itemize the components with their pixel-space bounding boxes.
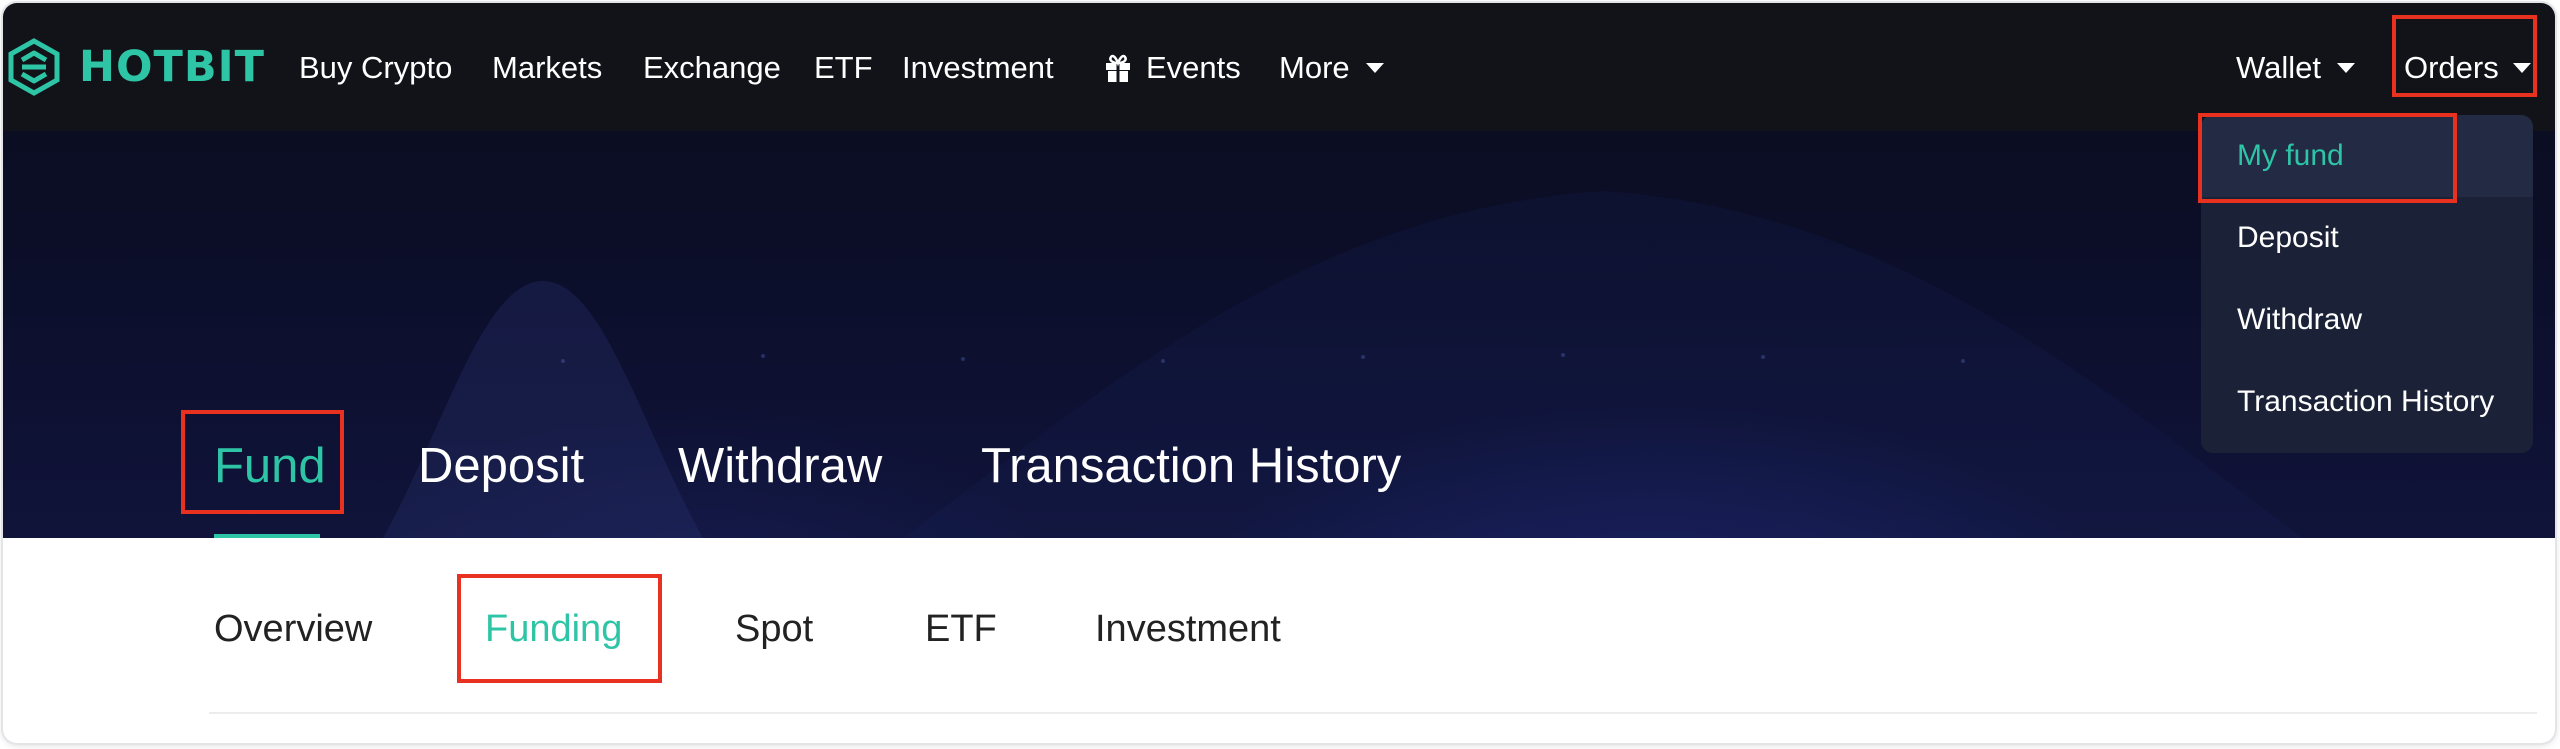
nav-exchange-label: Exchange	[643, 50, 781, 85]
nav-buy-crypto-label: Buy Crypto	[299, 50, 453, 85]
dropdown-item-my-fund-label: My fund	[2237, 139, 2344, 172]
dropdown-item-my-fund[interactable]: My fund	[2201, 115, 2533, 197]
hero-tab-transaction-history[interactable]: Transaction History	[981, 436, 1401, 496]
dropdown-item-withdraw[interactable]: Withdraw	[2201, 279, 2533, 361]
subtab-overview[interactable]: Overview	[214, 599, 372, 659]
nav-more-label: More	[1279, 50, 1350, 85]
hotbit-logo[interactable]: HOTBIT	[5, 37, 265, 97]
nav-exchange[interactable]: Exchange	[643, 43, 781, 93]
nav-markets-label: Markets	[492, 50, 603, 85]
nav-orders[interactable]: Orders	[2404, 43, 2531, 93]
hotbit-logo-icon	[8, 38, 60, 96]
caret-down-icon	[2512, 63, 2531, 73]
caret-down-icon	[2336, 63, 2355, 73]
subtab-funding[interactable]: Funding	[485, 599, 622, 659]
nav-events[interactable]: Events	[1104, 43, 1241, 93]
subtab-investment-label: Investment	[1095, 608, 1281, 650]
hero-tab-withdraw[interactable]: Withdraw	[678, 436, 882, 496]
dropdown-item-withdraw-label: Withdraw	[2237, 303, 2363, 336]
hero-tab-withdraw-label: Withdraw	[678, 439, 883, 493]
brand-name: HOTBIT	[79, 42, 265, 92]
orders-dropdown-menu: My fund Deposit Withdraw Transaction His…	[2201, 115, 2533, 453]
nav-etf[interactable]: ETF	[814, 43, 873, 93]
hero-banner: Fund Deposit Withdraw Transaction Histor…	[3, 131, 2555, 538]
hero-tab-fund[interactable]: Fund	[214, 436, 326, 496]
subtab-funding-label: Funding	[485, 608, 623, 650]
nav-wallet-label: Wallet	[2236, 50, 2321, 85]
nav-events-label: Events	[1146, 50, 1241, 85]
subtab-spot[interactable]: Spot	[735, 599, 813, 659]
hero-tab-deposit-label: Deposit	[418, 439, 585, 493]
dropdown-item-deposit-label: Deposit	[2237, 221, 2339, 254]
hero-tab-deposit[interactable]: Deposit	[418, 436, 584, 496]
dropdown-item-transaction-history-label: Transaction History	[2237, 385, 2495, 418]
dropdown-item-deposit[interactable]: Deposit	[2201, 197, 2533, 279]
gift-icon	[1106, 54, 1130, 82]
nav-more[interactable]: More	[1279, 43, 1384, 93]
subtab-investment[interactable]: Investment	[1095, 599, 1281, 659]
subtab-spot-label: Spot	[735, 608, 814, 650]
hero-tab-fund-label: Fund	[214, 439, 326, 493]
nav-investment[interactable]: Investment	[902, 43, 1054, 93]
nav-buy-crypto[interactable]: Buy Crypto	[299, 43, 452, 93]
dropdown-item-transaction-history[interactable]: Transaction History	[2201, 361, 2533, 443]
active-tab-underline	[214, 534, 320, 538]
nav-investment-label: Investment	[902, 50, 1054, 85]
nav-etf-label: ETF	[814, 50, 873, 85]
nav-markets[interactable]: Markets	[492, 43, 602, 93]
app-window: HOTBIT Buy Crypto Markets Exchange ETF I…	[3, 3, 2555, 743]
nav-wallet[interactable]: Wallet	[2236, 43, 2355, 93]
caret-down-icon	[1365, 63, 1384, 73]
top-navigation-bar: HOTBIT Buy Crypto Markets Exchange ETF I…	[3, 3, 2555, 131]
nav-orders-label: Orders	[2404, 50, 2499, 85]
subtab-etf[interactable]: ETF	[925, 599, 997, 659]
subtab-divider	[209, 712, 2537, 714]
subtab-etf-label: ETF	[925, 608, 997, 650]
hero-tab-transaction-history-label: Transaction History	[981, 439, 1402, 493]
subtab-overview-label: Overview	[214, 608, 373, 650]
